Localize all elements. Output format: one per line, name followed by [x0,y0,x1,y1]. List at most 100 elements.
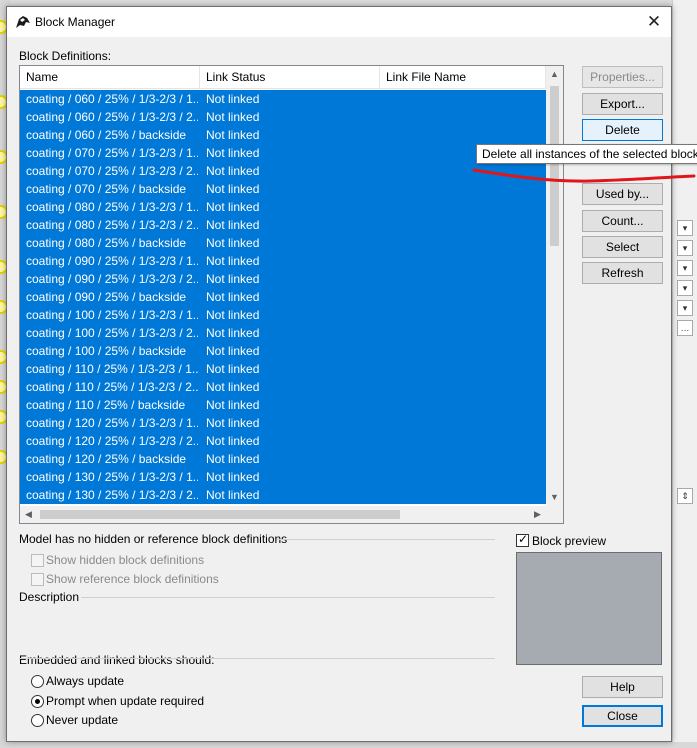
table-row[interactable]: coating / 080 / 25% / 1/3-2/3 / 1... Not … [20,198,546,216]
prompt-update-radio[interactable] [31,695,44,708]
table-row[interactable]: coating / 080 / 25% / 1/3-2/3 / 2... Not … [20,216,546,234]
row-name-cell: coating / 060 / 25% / 1/3-2/3 / 1... [26,92,198,106]
table-row[interactable]: coating / 070 / 25% / 1/3-2/3 / 1... Not … [20,144,546,162]
row-name-cell: coating / 120 / 25% / backside [26,452,187,466]
row-name-cell: coating / 100 / 25% / 1/3-2/3 / 2... [26,326,198,340]
table-row[interactable]: coating / 120 / 25% / 1/3-2/3 / 2... Not … [20,432,546,450]
row-name-cell: coating / 110 / 25% / 1/3-2/3 / 1... [26,362,198,376]
row-name-cell: coating / 060 / 25% / backside [26,128,187,142]
always-update-label: Always update [46,674,125,688]
row-link-status-cell: Not linked [206,182,260,196]
close-button[interactable]: Close [582,705,663,727]
count-button[interactable]: Count... [582,210,663,232]
list-header: Name Link Status Link File Name [20,66,546,89]
row-name-cell: coating / 080 / 25% / backside [26,236,187,250]
background-dropdown: ▾ [677,280,693,296]
background-dropdown: … [677,320,693,336]
row-name-cell: coating / 080 / 25% / 1/3-2/3 / 2... [26,218,198,232]
row-link-status-cell: Not linked [206,236,260,250]
table-row[interactable]: coating / 070 / 25% / 1/3-2/3 / 2... Not … [20,162,546,180]
update-options-label: Embedded and linked blocks should: [19,653,215,667]
row-name-cell: coating / 100 / 25% / backside [26,344,187,358]
scroll-left-icon[interactable]: ◀ [20,506,37,523]
row-link-status-cell: Not linked [206,290,260,304]
export-button[interactable]: Export... [582,93,663,115]
table-row[interactable]: coating / 090 / 25% / 1/3-2/3 / 1... Not … [20,252,546,270]
row-name-cell: coating / 120 / 25% / 1/3-2/3 / 1... [26,416,198,430]
table-row[interactable]: coating / 090 / 25% / 1/3-2/3 / 2... Not … [20,270,546,288]
background-dropdown: ▾ [677,260,693,276]
row-link-status-cell: Not linked [206,380,260,394]
vertical-scrollbar[interactable]: ▲ ▼ [546,66,563,506]
select-button[interactable]: Select [582,236,663,258]
refresh-button[interactable]: Refresh [582,262,663,284]
row-link-status-cell: Not linked [206,254,260,268]
row-link-status-cell: Not linked [206,326,260,340]
background-right-panel: ▾ ▾ ▾ ▾ ▾ … ⇕ [672,0,697,748]
table-row[interactable]: coating / 120 / 25% / backside Not linked [20,450,546,468]
row-name-cell: coating / 060 / 25% / 1/3-2/3 / 2... [26,110,198,124]
table-row[interactable]: coating / 130 / 25% / 1/3-2/3 / 2... Not … [20,486,546,504]
table-row[interactable]: coating / 060 / 25% / 1/3-2/3 / 2... Not … [20,108,546,126]
show-reference-checkbox[interactable] [31,573,44,586]
table-row[interactable]: coating / 130 / 25% / 1/3-2/3 / 1... Not … [20,468,546,486]
table-row[interactable]: coating / 100 / 25% / 1/3-2/3 / 2... Not … [20,324,546,342]
scroll-down-icon[interactable]: ▼ [546,489,563,506]
column-header-link-file-name[interactable]: Link File Name [380,66,546,89]
block-definitions-list[interactable]: Name Link Status Link File Name coating … [19,65,564,524]
never-update-label: Never update [46,713,119,727]
table-row[interactable]: coating / 110 / 25% / backside Not linked [20,396,546,414]
table-row[interactable]: coating / 110 / 25% / 1/3-2/3 / 1... Not … [20,360,546,378]
row-name-cell: coating / 120 / 25% / 1/3-2/3 / 2... [26,434,198,448]
row-name-cell: coating / 070 / 25% / 1/3-2/3 / 1... [26,146,198,160]
row-name-cell: coating / 090 / 25% / 1/3-2/3 / 1... [26,254,198,268]
scroll-thumb-horizontal[interactable] [40,510,400,519]
background-dropdown: ▾ [677,240,693,256]
table-row[interactable]: coating / 080 / 25% / backside Not linked [20,234,546,252]
block-preview-label: Block preview [532,534,607,548]
checkmark-icon: ✓ [518,532,529,546]
row-link-status-cell: Not linked [206,146,260,160]
row-link-status-cell: Not linked [206,110,260,124]
never-update-radio[interactable] [31,714,44,727]
title-bar[interactable]: Block Manager ✕ [7,7,671,37]
row-link-status-cell: Not linked [206,344,260,358]
horizontal-scrollbar[interactable]: ◀ ▶ [20,506,546,523]
hidden-definitions-info: Model has no hidden or reference block d… [19,532,288,546]
table-row[interactable]: coating / 100 / 25% / 1/3-2/3 / 1... Not … [20,306,546,324]
table-row[interactable]: coating / 100 / 25% / backside Not linked [20,342,546,360]
row-link-status-cell: Not linked [206,272,260,286]
row-link-status-cell: Not linked [206,434,260,448]
help-button[interactable]: Help [582,676,663,698]
row-name-cell: coating / 130 / 25% / 1/3-2/3 / 2... [26,488,198,502]
row-name-cell: coating / 100 / 25% / 1/3-2/3 / 1... [26,308,198,322]
column-header-name[interactable]: Name [20,66,200,89]
row-link-status-cell: Not linked [206,398,260,412]
list-rows: coating / 060 / 25% / 1/3-2/3 / 1... Not … [20,89,546,506]
table-row[interactable]: coating / 110 / 25% / 1/3-2/3 / 2... Not … [20,378,546,396]
separator [19,658,495,659]
close-icon[interactable]: ✕ [643,11,665,33]
delete-button[interactable]: Delete [582,119,663,141]
background-dropdown: ▾ [677,300,693,316]
always-update-radio[interactable] [31,675,44,688]
rhino-icon [16,16,30,28]
background-spinner: ⇕ [677,488,693,504]
table-row[interactable]: coating / 090 / 25% / backside Not linked [20,288,546,306]
table-row[interactable]: coating / 070 / 25% / backside Not linked [20,180,546,198]
scroll-up-icon[interactable]: ▲ [546,66,563,83]
table-row[interactable]: coating / 060 / 25% / 1/3-2/3 / 1... Not … [20,90,546,108]
show-hidden-checkbox[interactable] [31,554,44,567]
description-label: Description [19,590,80,604]
block-preview-checkbox[interactable]: ✓ [516,532,529,547]
background-dropdown: ▾ [677,220,693,236]
scroll-right-icon[interactable]: ▶ [529,506,546,523]
table-row[interactable]: coating / 060 / 25% / backside Not linked [20,126,546,144]
row-link-status-cell: Not linked [206,128,260,142]
column-header-link-status[interactable]: Link Status [200,66,380,89]
row-name-cell: coating / 090 / 25% / 1/3-2/3 / 2... [26,272,198,286]
table-row[interactable]: coating / 120 / 25% / 1/3-2/3 / 1... Not … [20,414,546,432]
properties-button[interactable]: Properties... [582,66,663,88]
row-name-cell: coating / 110 / 25% / 1/3-2/3 / 2... [26,380,198,394]
row-link-status-cell: Not linked [206,200,260,214]
